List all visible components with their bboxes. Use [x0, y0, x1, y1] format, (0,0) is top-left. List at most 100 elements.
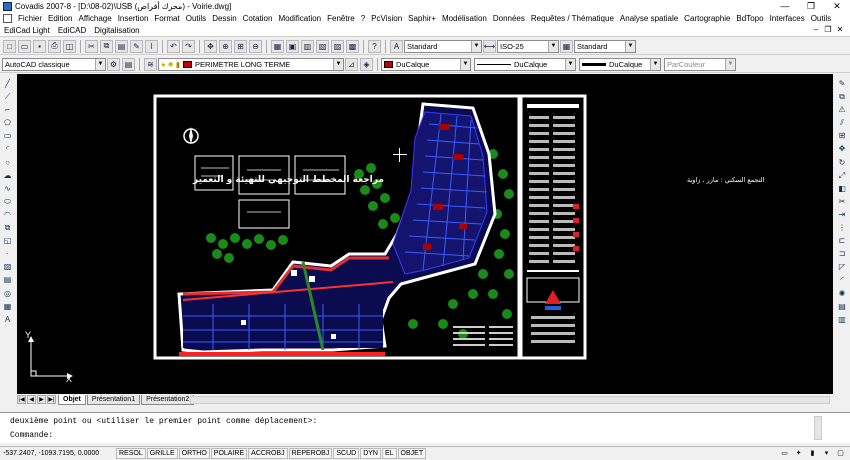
stretch-icon[interactable]: ◧	[836, 183, 848, 195]
hatch-icon[interactable]: ▨	[2, 261, 14, 273]
arc-icon[interactable]: ◜	[2, 143, 14, 155]
insert-block-icon[interactable]: ⧉	[2, 222, 14, 234]
zoom-realtime-icon[interactable]: ⊕	[219, 39, 232, 53]
menu-help[interactable]: ?	[358, 12, 368, 25]
menu-requetes[interactable]: Requêtes / Thématique	[528, 12, 617, 25]
polar-toggle[interactable]: POLAIRE	[210, 448, 248, 459]
copy-icon[interactable]: ⧉	[100, 39, 113, 53]
draworder-icon[interactable]: ▥	[836, 314, 848, 326]
trim-icon[interactable]: ✂	[836, 196, 848, 208]
otrack-toggle[interactable]: REPEROBJ	[288, 448, 333, 459]
construction-line-icon[interactable]: ⟋	[2, 91, 14, 103]
menu-modification[interactable]: Modification	[275, 12, 324, 25]
menu-digitalisation[interactable]: Digitalisation	[90, 26, 143, 35]
calculator-icon[interactable]: ▩	[346, 39, 359, 53]
gradient-icon[interactable]: ▤	[2, 274, 14, 286]
spline-icon[interactable]: ∿	[2, 183, 14, 195]
make-block-icon[interactable]: ◱	[2, 235, 14, 247]
menu-donnees[interactable]: Données	[490, 12, 528, 25]
doc-minimize-button[interactable]: –	[810, 25, 822, 34]
ortho-toggle[interactable]: ORTHO	[178, 448, 210, 459]
redo-icon[interactable]: ↷	[182, 39, 195, 53]
match-prop-icon[interactable]: ✎	[130, 39, 143, 53]
menu-bdtopo[interactable]: BdTopo	[733, 12, 766, 25]
ellipse-arc-icon[interactable]: ◠	[2, 209, 14, 221]
close-button[interactable]: ✕	[824, 0, 850, 12]
scale-icon[interactable]: ⤢	[836, 170, 848, 182]
settings-arrow-icon[interactable]: ▾	[821, 449, 832, 459]
chamfer-icon[interactable]: ◸	[836, 261, 848, 273]
cut-icon[interactable]: ✂	[85, 39, 98, 53]
menu-affichage[interactable]: Affichage	[75, 12, 114, 25]
command-prompt[interactable]: Commande:	[10, 431, 53, 440]
ducs-toggle[interactable]: SCUD	[333, 448, 360, 459]
sheet-set-icon[interactable]: ▧	[316, 39, 329, 53]
lineweight-toggle[interactable]: EL	[381, 448, 397, 459]
properties-panel-icon[interactable]: ▤	[836, 301, 848, 313]
paste-icon[interactable]: ▤	[115, 39, 128, 53]
markup-icon[interactable]: ▨	[331, 39, 344, 53]
comm-center-icon[interactable]: ✦	[793, 449, 804, 459]
zoom-previous-icon[interactable]: ⊖	[249, 39, 262, 53]
document-icon[interactable]	[3, 14, 12, 23]
menu-analyse-spatiale[interactable]: Analyse spatiale	[617, 12, 681, 25]
workspace-save-icon[interactable]: ▤	[122, 57, 135, 71]
horizontal-scrollbar[interactable]	[190, 396, 830, 404]
prev-tab-icon[interactable]: ◀	[27, 395, 36, 404]
rectangle-icon[interactable]: ▭	[2, 130, 14, 142]
open-icon[interactable]: ▭	[18, 39, 31, 53]
table-icon[interactable]: ▦	[2, 301, 14, 313]
grid-toggle[interactable]: GRILLE	[146, 448, 178, 459]
explode-icon[interactable]: ✺	[836, 288, 848, 300]
move-icon[interactable]: ✥	[836, 143, 848, 155]
menu-cartographie[interactable]: Cartographie	[681, 12, 733, 25]
linetype-select[interactable]: DuCalque ▼	[474, 57, 576, 71]
lock-icon[interactable]: ▮	[807, 449, 818, 459]
minimize-button[interactable]: —	[772, 0, 798, 12]
menu-dessin[interactable]: Dessin	[209, 12, 239, 25]
menu-modelisation[interactable]: Modélisation	[439, 12, 490, 25]
extend-icon[interactable]: ⇥	[836, 209, 848, 221]
menu-fenetre[interactable]: Fenêtre	[324, 12, 358, 25]
help-icon[interactable]: ?	[368, 39, 381, 53]
model-space-canvas[interactable]: مراجعة المخطط التوجيهي للتهيئة و التعمير…	[17, 74, 833, 394]
pan-icon[interactable]: ✥	[204, 39, 217, 53]
menu-fichier[interactable]: Fichier	[15, 12, 45, 25]
osnap-toggle[interactable]: ACCROBJ	[248, 448, 288, 459]
print-icon[interactable]: ⎙	[48, 39, 61, 53]
break-icon[interactable]: ⊏	[836, 235, 848, 247]
workspace-select[interactable]: AutoCAD classique ▼	[2, 57, 106, 71]
command-scrollbar[interactable]	[814, 416, 822, 440]
menu-pcvision[interactable]: PcVision	[368, 12, 405, 25]
layer-manager-icon[interactable]: ≋	[144, 57, 157, 71]
command-window[interactable]: deuxième point ou <utiliser le premier p…	[0, 412, 850, 443]
menu-cotation[interactable]: Cotation	[240, 12, 276, 25]
offset-icon[interactable]: ⫽	[836, 117, 848, 129]
polyline-icon[interactable]: ⌐	[2, 104, 14, 116]
copy-object-icon[interactable]: ⧉	[836, 91, 848, 103]
table-style-select[interactable]: Standard ▼	[574, 39, 636, 53]
preview-icon[interactable]: ◫	[63, 39, 76, 53]
polygon-icon[interactable]: ⬠	[2, 117, 14, 129]
revision-cloud-icon[interactable]: ☁	[2, 170, 14, 182]
tab-objet[interactable]: Objet	[58, 394, 86, 405]
circle-icon[interactable]: ○	[2, 157, 14, 169]
fillet-icon[interactable]: ◜	[836, 274, 848, 286]
region-icon[interactable]: ◎	[2, 288, 14, 300]
save-icon[interactable]: ▪	[33, 39, 46, 53]
erase-icon[interactable]: ✎	[836, 78, 848, 90]
first-tab-icon[interactable]: |◀	[17, 395, 26, 404]
dim-style-select[interactable]: ISO-25 ▼	[497, 39, 559, 53]
break-point-icon[interactable]: ⋮	[836, 222, 848, 234]
mtext-icon[interactable]: A	[2, 314, 14, 326]
properties-icon[interactable]: ▦	[271, 39, 284, 53]
text-style-select[interactable]: Standard ▼	[404, 39, 482, 53]
ellipse-icon[interactable]: ⬭	[2, 196, 14, 208]
workspace-settings-icon[interactable]: ⚙	[107, 57, 120, 71]
doc-restore-button[interactable]: ❐	[822, 25, 834, 34]
join-icon[interactable]: ⊐	[836, 248, 848, 260]
menu-format[interactable]: Format	[151, 12, 182, 25]
monitor-icon[interactable]: ▭	[779, 449, 790, 459]
menu-edicad[interactable]: EdiCAD	[54, 26, 90, 35]
menu-outils[interactable]: Outils	[183, 12, 209, 25]
